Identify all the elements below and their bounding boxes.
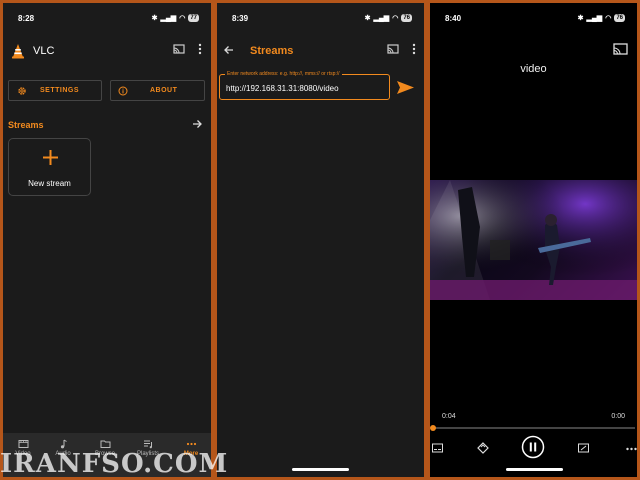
new-stream-label: New stream	[28, 179, 71, 188]
page-title: Streams	[250, 45, 294, 57]
gear-icon	[17, 86, 27, 96]
status-time: 8:40	[445, 14, 462, 23]
status-icons: ✱ ▂▄▆ ◠ 77	[152, 14, 199, 22]
playlist-icon	[143, 440, 152, 449]
folder-icon	[100, 440, 110, 448]
signal-icon: ▂▄▆	[586, 15, 603, 22]
app-title: VLC	[33, 45, 55, 57]
home-indicator	[506, 468, 563, 471]
cast-button[interactable]	[173, 44, 185, 55]
streams-heading: Streams	[8, 120, 44, 130]
cast-button[interactable]	[387, 44, 399, 55]
home-indicator	[292, 468, 349, 471]
arrow-right-icon[interactable]	[192, 119, 203, 129]
music-note-icon	[60, 439, 67, 449]
status-time: 8:39	[232, 14, 249, 23]
network-address-value[interactable]: http://192.168.31.31:8080/video	[226, 84, 339, 93]
send-icon[interactable]	[396, 80, 415, 95]
video-frame[interactable]	[430, 180, 637, 300]
overflow-menu-icon[interactable]	[198, 43, 202, 55]
video-icon	[18, 440, 28, 448]
settings-button[interactable]: SETTINGS	[8, 80, 102, 101]
seek-thumb[interactable]	[430, 425, 436, 431]
vlc-player-screen: 8:40 ✱ ▂▄▆ ◠ 76 video 0:04 0:00	[430, 3, 637, 477]
more-dots-icon	[186, 442, 196, 446]
battery-indicator: 77	[188, 14, 199, 22]
concert-scene-image	[430, 180, 637, 300]
vlc-more-screen: 8:28 ✱ ▂▄▆ ◠ 77 VLC SETTINGS ABOUT Strea…	[3, 3, 211, 477]
about-label: ABOUT	[150, 87, 178, 94]
plus-icon	[43, 150, 58, 165]
settings-label: SETTINGS	[40, 87, 80, 94]
more-options-icon[interactable]	[626, 447, 637, 451]
total-time: 0:00	[611, 413, 625, 420]
elapsed-time: 0:04	[442, 413, 456, 420]
video-title: video	[520, 63, 547, 75]
status-bar: 8:40 ✱ ▂▄▆ ◠ 76	[430, 11, 637, 25]
about-button[interactable]: ABOUT	[110, 80, 205, 101]
signal-icon: ▂▄▆	[373, 15, 390, 22]
signal-icon: ▂▄▆	[160, 15, 177, 22]
subtitles-icon[interactable]	[432, 443, 443, 453]
battery-indicator: 76	[401, 14, 412, 22]
rotate-icon[interactable]	[477, 442, 489, 454]
network-address-input[interactable]: Enter network address: e.g. http://, mms…	[219, 71, 390, 100]
vlc-logo-icon	[11, 43, 25, 59]
status-bar: 8:28 ✱ ▂▄▆ ◠ 77	[3, 11, 211, 25]
pause-button[interactable]	[521, 435, 545, 459]
vlc-streams-screen: 8:39 ✱ ▂▄▆ ◠ 76 Streams Enter network ad…	[217, 3, 424, 477]
info-icon	[118, 86, 128, 96]
back-arrow-icon[interactable]	[223, 45, 234, 55]
seek-bar[interactable]	[430, 425, 635, 431]
overflow-menu-icon[interactable]	[412, 43, 416, 55]
bluetooth-icon: ✱	[364, 15, 371, 22]
wifi-icon: ◠	[605, 15, 612, 22]
cast-button[interactable]	[613, 43, 628, 56]
battery-indicator: 76	[614, 14, 625, 22]
aspect-ratio-icon[interactable]	[578, 443, 589, 453]
status-bar: 8:39 ✱ ▂▄▆ ◠ 76	[217, 11, 424, 25]
bluetooth-icon: ✱	[151, 15, 158, 22]
new-stream-tile[interactable]: New stream	[8, 138, 91, 196]
bluetooth-icon: ✱	[577, 15, 584, 22]
status-icons: ✱ ▂▄▆ ◠ 76	[578, 14, 625, 22]
network-address-label: Enter network address: e.g. http://, mms…	[225, 71, 342, 77]
status-time: 8:28	[18, 14, 35, 23]
wifi-icon: ◠	[392, 15, 399, 22]
status-icons: ✱ ▂▄▆ ◠ 76	[365, 14, 412, 22]
site-watermark: IRANFSO.COM	[0, 449, 229, 479]
wifi-icon: ◠	[179, 15, 186, 22]
